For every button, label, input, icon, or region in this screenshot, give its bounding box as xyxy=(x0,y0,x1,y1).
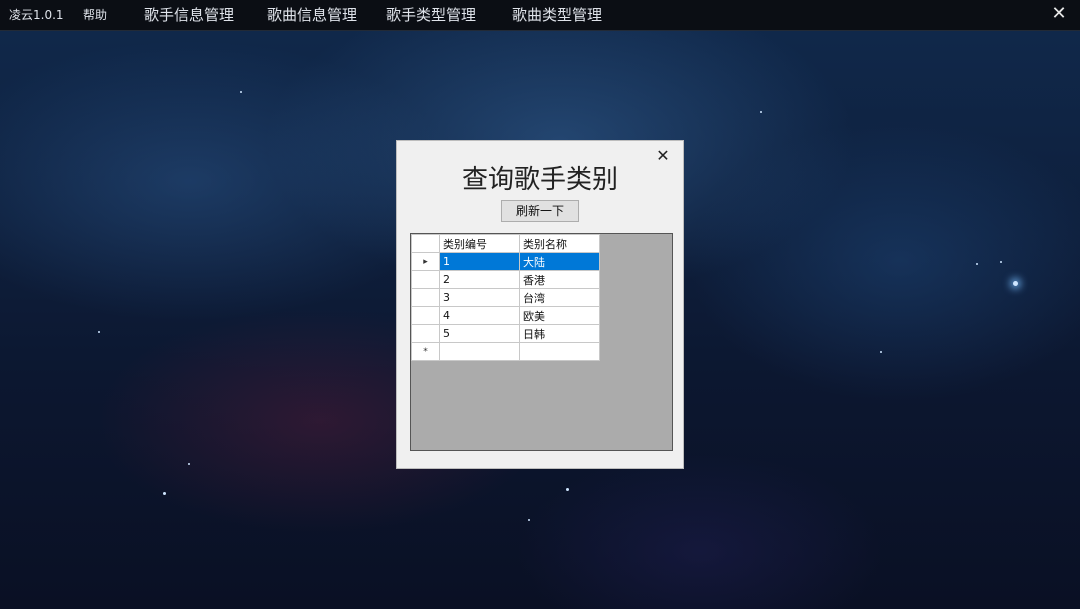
cell-category-id[interactable]: 2 xyxy=(439,270,520,289)
row-header[interactable] xyxy=(411,288,440,307)
star xyxy=(976,263,978,265)
cell-category-id[interactable]: 4 xyxy=(439,306,520,325)
grid-header-row: 类别编号 类别名称 xyxy=(411,234,600,253)
row-header[interactable] xyxy=(411,306,440,325)
table-row[interactable]: 5 日韩 xyxy=(411,324,600,343)
grid-table: 类别编号 类别名称 ▸ 1 大陆 2 香港 3 台湾 4 欧美 5 日韩 * xyxy=(411,234,600,361)
column-header-id[interactable]: 类别编号 xyxy=(439,234,520,253)
table-row[interactable]: 4 欧美 xyxy=(411,306,600,325)
table-row[interactable]: 3 台湾 xyxy=(411,288,600,307)
app-version-menu[interactable]: 凌云1.0.1 xyxy=(9,0,64,30)
cell-category-name[interactable]: 大陆 xyxy=(519,252,600,271)
star xyxy=(566,488,569,491)
column-header-name[interactable]: 类别名称 xyxy=(519,234,600,253)
star xyxy=(760,111,762,113)
row-header[interactable] xyxy=(411,270,440,289)
star xyxy=(163,492,166,495)
dialog-title: 查询歌手类别 xyxy=(461,165,618,195)
star xyxy=(528,519,530,521)
cell-category-id[interactable]: 1 xyxy=(439,252,520,271)
close-icon[interactable]: ✕ xyxy=(1048,2,1070,26)
cell-category-name[interactable]: 欧美 xyxy=(519,306,600,325)
cell-category-name[interactable]: 台湾 xyxy=(519,288,600,307)
menu-song-type[interactable]: 歌曲类型管理 xyxy=(512,0,602,30)
category-data-grid[interactable]: 类别编号 类别名称 ▸ 1 大陆 2 香港 3 台湾 4 欧美 5 日韩 * xyxy=(410,233,673,451)
menu-bar: 凌云1.0.1 帮助 歌手信息管理 歌曲信息管理 歌手类型管理 歌曲类型管理 ✕ xyxy=(0,0,1080,31)
menu-singer-info[interactable]: 歌手信息管理 xyxy=(144,0,234,30)
menu-singer-type[interactable]: 歌手类型管理 xyxy=(386,0,476,30)
current-row-indicator-icon[interactable]: ▸ xyxy=(411,252,440,271)
star xyxy=(98,331,100,333)
star xyxy=(1013,281,1018,286)
row-header[interactable] xyxy=(411,324,440,343)
new-row[interactable]: * xyxy=(411,342,600,361)
star xyxy=(240,91,242,93)
new-cell-category-id[interactable] xyxy=(439,342,520,361)
refresh-button[interactable]: 刷新一下 xyxy=(501,200,579,222)
cell-category-id[interactable]: 3 xyxy=(439,288,520,307)
cell-category-name[interactable]: 日韩 xyxy=(519,324,600,343)
help-menu[interactable]: 帮助 xyxy=(83,0,107,30)
menu-song-info[interactable]: 歌曲信息管理 xyxy=(267,0,357,30)
table-row[interactable]: ▸ 1 大陆 xyxy=(411,252,600,271)
new-row-indicator-icon[interactable]: * xyxy=(411,342,440,361)
cell-category-id[interactable]: 5 xyxy=(439,324,520,343)
query-singer-category-dialog: ✕ 查询歌手类别 刷新一下 类别编号 类别名称 ▸ 1 大陆 2 香港 3 台湾… xyxy=(396,140,684,469)
star xyxy=(1000,261,1002,263)
cell-category-name[interactable]: 香港 xyxy=(519,270,600,289)
corner-header[interactable] xyxy=(411,234,440,253)
star xyxy=(188,463,190,465)
star xyxy=(880,351,882,353)
table-row[interactable]: 2 香港 xyxy=(411,270,600,289)
new-cell-category-name[interactable] xyxy=(519,342,600,361)
